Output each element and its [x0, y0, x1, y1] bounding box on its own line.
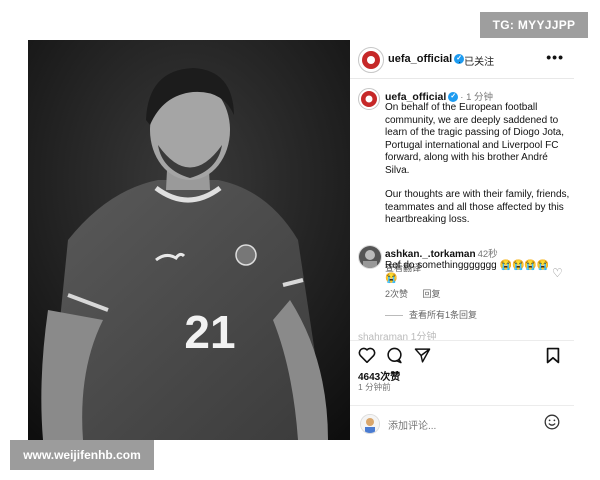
caption-paragraph: Our thoughts are with their family, frie… — [385, 189, 570, 225]
jersey-number: 21 — [184, 306, 235, 358]
caption-avatar[interactable] — [358, 88, 380, 110]
caption-paragraph: On behalf of the European football commu… — [385, 102, 564, 176]
reply-button[interactable]: 回复 — [423, 289, 441, 299]
posted-time: 1 分钟前 — [358, 382, 391, 392]
watermark-top: TG: MYYJJPP — [480, 12, 588, 38]
instagram-post-panel: uefa_official ✓ · 已关注 ••• uefa_official ✓ ·… — [350, 40, 574, 440]
share-icon[interactable] — [414, 347, 431, 369]
comment-item: ashkan._.torkaman 42秒 Ref do somethingggg… — [350, 245, 574, 305]
comment-like-heart-icon[interactable]: ♡ — [552, 266, 563, 280]
heart-icon[interactable] — [358, 347, 376, 368]
player-photo: 21 — [28, 40, 350, 440]
follow-status[interactable]: · 已关注 — [458, 53, 494, 68]
post-header: uefa_official ✓ · 已关注 ••• — [350, 40, 574, 79]
comment-icon[interactable] — [386, 347, 403, 369]
header-username[interactable]: uefa_official ✓ — [388, 53, 465, 65]
current-user-avatar — [360, 414, 380, 434]
more-options-icon[interactable]: ••• — [546, 49, 564, 65]
caption-username[interactable]: uefa_official ✓ · 1 分钟 — [385, 89, 493, 103]
comment-likes[interactable]: 2次赞 — [385, 289, 408, 299]
verified-icon: ✓ — [448, 92, 459, 103]
watermark-bottom: www.weijifenhb.com — [10, 440, 154, 470]
uefa-avatar[interactable] — [358, 47, 384, 73]
emoji-icon[interactable] — [544, 414, 560, 435]
header-username-text[interactable]: uefa_official — [388, 53, 452, 65]
commenter-avatar[interactable] — [358, 245, 382, 269]
commenter-username[interactable]: ashkan._.torkaman 42秒 — [385, 246, 498, 260]
add-comment-input[interactable]: 添加评论... — [388, 417, 436, 432]
comment-text: Ref do somethinggggggg 😭😭😭😭😭 — [385, 260, 550, 284]
add-comment-bar: 添加评论... — [350, 405, 574, 440]
action-bar — [350, 340, 574, 369]
bookmark-icon[interactable] — [546, 347, 560, 369]
player-image: 21 — [28, 40, 350, 440]
caption-text: On behalf of the European football commu… — [385, 102, 571, 239]
view-replies-link[interactable]: 查看所有1条回复 — [385, 308, 477, 321]
comment-meta: 2次赞 回复 — [385, 287, 453, 300]
